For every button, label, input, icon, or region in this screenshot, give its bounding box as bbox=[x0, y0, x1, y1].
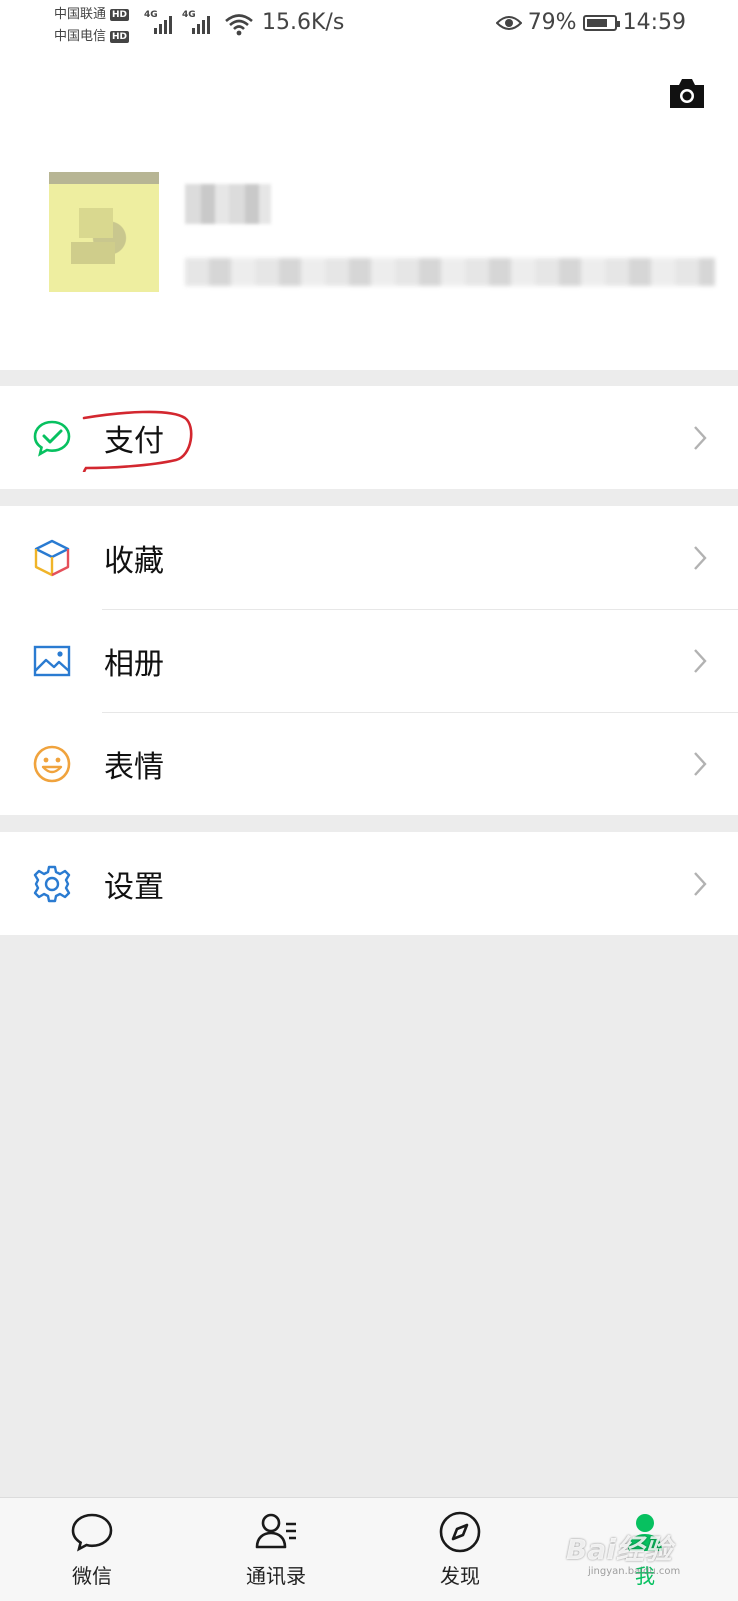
tab-me[interactable]: 我 bbox=[585, 1508, 705, 1598]
contacts-icon bbox=[255, 1513, 296, 1549]
nickname-blurred bbox=[185, 184, 271, 224]
tab-label: 通讯录 bbox=[246, 1564, 306, 1588]
chat-bubble-icon bbox=[71, 1513, 113, 1552]
battery-icon bbox=[582, 14, 620, 31]
profile-header[interactable] bbox=[0, 54, 738, 370]
wifi-icon bbox=[225, 14, 253, 36]
person-icon bbox=[628, 1514, 662, 1551]
battery-fill bbox=[586, 18, 608, 27]
carrier-info: 中国联通 HD 中国电信 HD bbox=[54, 4, 130, 48]
chevron-right-icon bbox=[694, 648, 707, 673]
menu-item-label: 收藏 bbox=[104, 543, 164, 579]
wechat-pay-icon bbox=[33, 420, 71, 457]
menu-item-label: 表情 bbox=[104, 749, 164, 785]
chevron-right-icon bbox=[694, 871, 707, 896]
avatar[interactable] bbox=[49, 172, 159, 292]
status-bar: 中国联通 HD 中国电信 HD 4G 4G 15.6K/s 79% 14:59 bbox=[0, 0, 738, 54]
hd-badge: HD bbox=[110, 9, 130, 21]
tab-chats[interactable]: 微信 bbox=[32, 1508, 152, 1598]
menu-item-stickers[interactable]: 表情 bbox=[0, 712, 738, 815]
smile-icon bbox=[33, 745, 71, 782]
chevron-right-icon bbox=[694, 425, 707, 450]
hd-badge: HD bbox=[110, 31, 130, 43]
tab-label: 我 bbox=[635, 1564, 655, 1588]
chevron-right-icon bbox=[694, 545, 707, 570]
clock: 14:59 bbox=[622, 10, 686, 35]
camera-icon[interactable] bbox=[668, 76, 706, 110]
wechat-id-blurred bbox=[185, 258, 715, 286]
menu-item-pay[interactable]: 支付 bbox=[0, 386, 738, 489]
tab-label: 发现 bbox=[440, 1564, 480, 1588]
carrier-2: 中国电信 bbox=[54, 29, 107, 44]
tab-label: 微信 bbox=[72, 1564, 112, 1588]
pay-annotation-circle bbox=[82, 410, 193, 472]
menu-item-settings[interactable]: 设置 bbox=[0, 832, 738, 935]
menu-item-label: 设置 bbox=[104, 869, 164, 905]
network-speed: 15.6K/s bbox=[262, 10, 345, 35]
cube-icon bbox=[34, 539, 70, 576]
signal-icon: 4G bbox=[144, 10, 174, 34]
settings-group: 设置 bbox=[0, 832, 738, 935]
signal-icon: 4G bbox=[182, 10, 212, 34]
battery-percent: 79% bbox=[527, 10, 577, 35]
eye-icon bbox=[495, 15, 522, 30]
picture-icon bbox=[33, 645, 71, 676]
menu-item-label: 相册 bbox=[104, 646, 164, 682]
bottom-tab-bar: 微信 通讯录 发现 我 bbox=[0, 1497, 738, 1601]
chevron-right-icon bbox=[694, 751, 707, 776]
pay-group: 支付 bbox=[0, 386, 738, 489]
collection-group: 收藏 相册 表情 bbox=[0, 506, 738, 815]
menu-item-album[interactable]: 相册 bbox=[0, 609, 738, 712]
compass-icon bbox=[439, 1511, 481, 1553]
menu-item-favorites[interactable]: 收藏 bbox=[0, 506, 738, 609]
gear-icon bbox=[33, 865, 71, 902]
carrier-1: 中国联通 bbox=[54, 7, 107, 22]
tab-discover[interactable]: 发现 bbox=[400, 1508, 520, 1598]
tab-contacts[interactable]: 通讯录 bbox=[216, 1508, 336, 1598]
